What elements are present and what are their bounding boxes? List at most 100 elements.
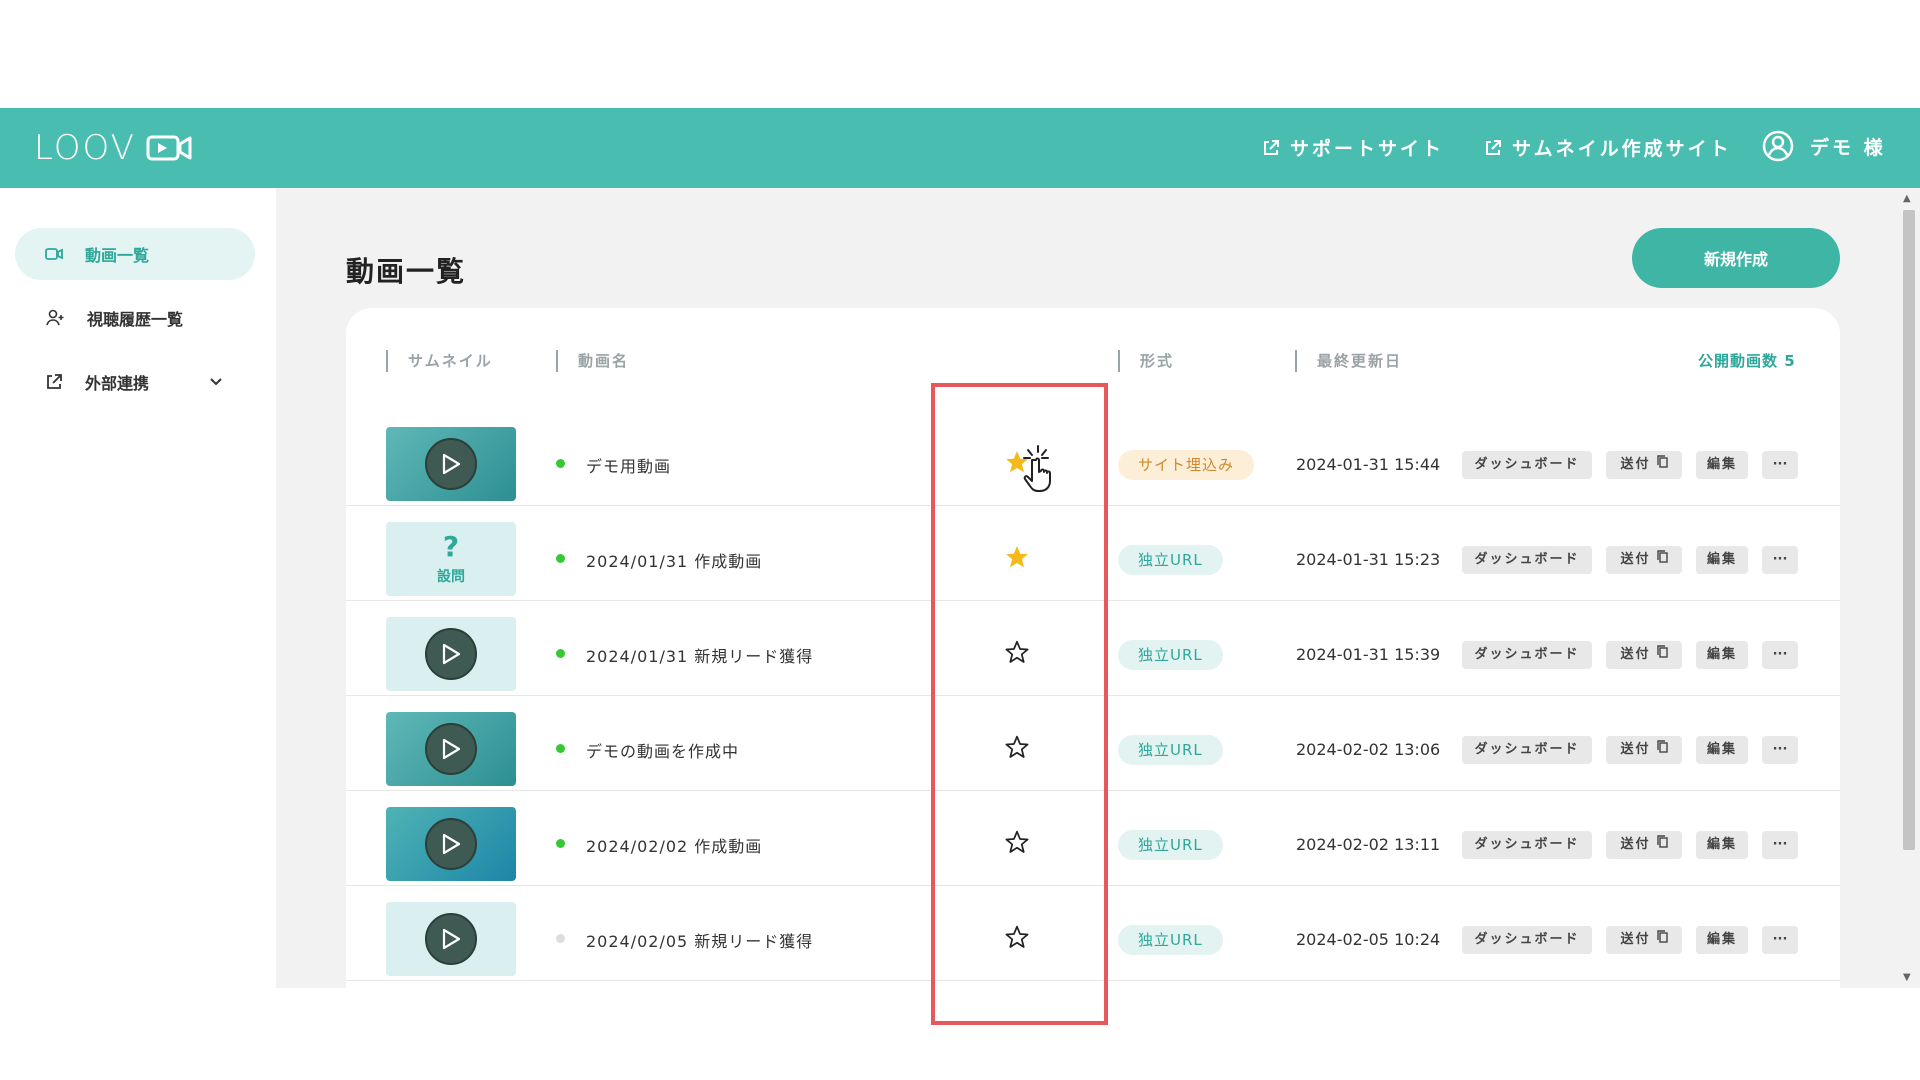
brand-name: LOOV <box>34 128 136 168</box>
external-link-icon <box>1486 139 1501 155</box>
send-button[interactable]: 送付 <box>1606 451 1682 479</box>
column-header-name: 動画名 <box>556 350 629 372</box>
more-options-button[interactable]: ··· <box>1762 831 1798 859</box>
updated-date: 2024-01-31 15:23 <box>1296 550 1441 569</box>
format-badge: 独立URL <box>1118 735 1223 765</box>
top-blank-band <box>0 0 1920 108</box>
format-badge: 独立URL <box>1118 925 1223 955</box>
pointer-hand-cursor-icon <box>1023 445 1051 492</box>
video-thumbnail[interactable] <box>386 807 516 881</box>
sidebar-item-videos[interactable]: 動画一覧 <box>15 228 255 280</box>
video-name[interactable]: デモ用動画 <box>586 453 671 477</box>
video-name[interactable]: 2024/01/31 作成動画 <box>586 548 762 572</box>
video-name[interactable]: 2024/01/31 新規リード獲得 <box>586 643 813 667</box>
send-button[interactable]: 送付 <box>1606 736 1682 764</box>
dashboard-button[interactable]: ダッシュボード <box>1462 926 1592 954</box>
format-badge: サイト埋込み <box>1118 450 1255 480</box>
question-mark-icon: ? <box>442 530 460 563</box>
send-button-label: 送付 <box>1620 742 1651 757</box>
thumbnail-site-link[interactable]: サムネイル作成サイト <box>1484 134 1732 161</box>
column-header-updated: 最終更新日 <box>1295 350 1402 372</box>
video-name[interactable]: デモの動画を作成中 <box>586 738 739 762</box>
play-icon <box>425 723 477 775</box>
updated-date: 2024-01-31 15:44 <box>1296 455 1441 474</box>
send-button[interactable]: 送付 <box>1606 641 1682 669</box>
video-name[interactable]: 2024/02/05 新規リード獲得 <box>586 928 813 952</box>
edit-button[interactable]: 編集 <box>1696 831 1748 859</box>
dashboard-button[interactable]: ダッシュボード <box>1462 831 1592 859</box>
copy-icon <box>1656 926 1668 954</box>
status-dot <box>556 839 565 848</box>
video-name[interactable]: 2024/02/02 作成動画 <box>586 833 762 857</box>
column-header-thumbnail: サムネイル <box>386 350 493 372</box>
video-thumbnail[interactable] <box>386 712 516 786</box>
edit-button[interactable]: 編集 <box>1696 641 1748 669</box>
more-options-button[interactable]: ··· <box>1762 451 1798 479</box>
scrollbar-thumb[interactable] <box>1903 210 1915 850</box>
edit-button[interactable]: 編集 <box>1696 926 1748 954</box>
updated-date: 2024-02-02 13:06 <box>1296 740 1441 759</box>
play-icon <box>425 818 477 870</box>
chevron-down-icon[interactable] <box>209 377 223 387</box>
page-title: 動画一覧 <box>346 255 467 288</box>
copy-icon <box>1656 641 1668 669</box>
edit-button[interactable]: 編集 <box>1696 451 1748 479</box>
send-button[interactable]: 送付 <box>1606 926 1682 954</box>
support-site-label: サポートサイト <box>1290 138 1445 160</box>
edit-button[interactable]: 編集 <box>1696 546 1748 574</box>
sidebar: 動画一覧 視聴履歴一覧 外部連携 <box>0 188 276 988</box>
format-badge: 独立URL <box>1118 830 1223 860</box>
copy-icon <box>1656 736 1668 764</box>
sidebar-item-label: 外部連携 <box>85 374 150 393</box>
sidebar-item-label: 動画一覧 <box>85 246 150 265</box>
sidebar-item-label: 視聴履歴一覧 <box>87 310 184 329</box>
column-header-format: 形式 <box>1118 350 1174 372</box>
user-name: デモ 様 <box>1810 136 1886 159</box>
thumbnail-site-label: サムネイル作成サイト <box>1512 138 1732 160</box>
copy-icon <box>1656 546 1668 574</box>
video-thumbnail[interactable]: ? 設問 <box>386 522 516 596</box>
play-icon <box>425 628 477 680</box>
more-options-button[interactable]: ··· <box>1762 926 1798 954</box>
play-icon <box>425 913 477 965</box>
dashboard-button[interactable]: ダッシュボード <box>1462 736 1592 764</box>
more-options-button[interactable]: ··· <box>1762 736 1798 764</box>
dashboard-button[interactable]: ダッシュボード <box>1462 546 1592 574</box>
dashboard-button[interactable]: ダッシュボード <box>1462 451 1592 479</box>
copy-icon <box>1656 451 1668 479</box>
video-thumbnail[interactable] <box>386 617 516 691</box>
updated-date: 2024-01-31 15:39 <box>1296 645 1441 664</box>
video-thumbnail[interactable] <box>386 902 516 976</box>
send-button[interactable]: 送付 <box>1606 831 1682 859</box>
send-button-label: 送付 <box>1620 837 1651 852</box>
sidebar-item-view-history[interactable]: 視聴履歴一覧 <box>15 292 255 344</box>
scroll-down-arrow[interactable]: ▼ <box>1903 972 1911 983</box>
support-site-link[interactable]: サポートサイト <box>1262 134 1444 161</box>
scroll-up-arrow[interactable]: ▲ <box>1903 193 1911 204</box>
video-camera-icon <box>45 248 63 260</box>
send-button-label: 送付 <box>1620 932 1651 947</box>
send-button-label: 送付 <box>1620 552 1651 567</box>
status-dot <box>556 649 565 658</box>
more-options-button[interactable]: ··· <box>1762 546 1798 574</box>
user-menu[interactable]: デモ 様 <box>1762 130 1886 162</box>
sidebar-item-integrations[interactable]: 外部連携 <box>15 356 255 408</box>
send-button-label: 送付 <box>1620 457 1651 472</box>
updated-date: 2024-02-05 10:24 <box>1296 930 1441 949</box>
edit-button[interactable]: 編集 <box>1696 736 1748 764</box>
status-dot <box>556 459 565 468</box>
send-button[interactable]: 送付 <box>1606 546 1682 574</box>
status-dot <box>556 554 565 563</box>
status-dot <box>556 744 565 753</box>
play-icon <box>425 438 477 490</box>
user-add-icon <box>46 309 64 326</box>
dashboard-button[interactable]: ダッシュボード <box>1462 641 1592 669</box>
thumbnail-label: 設問 <box>437 569 465 585</box>
video-thumbnail[interactable] <box>386 427 516 501</box>
new-video-button[interactable]: 新規作成 <box>1632 228 1840 288</box>
send-button-label: 送付 <box>1620 647 1651 662</box>
loov-logo[interactable]: LOOV <box>34 128 192 168</box>
more-options-button[interactable]: ··· <box>1762 641 1798 669</box>
video-camera-logo-icon <box>146 135 192 161</box>
copy-icon <box>1656 831 1668 859</box>
